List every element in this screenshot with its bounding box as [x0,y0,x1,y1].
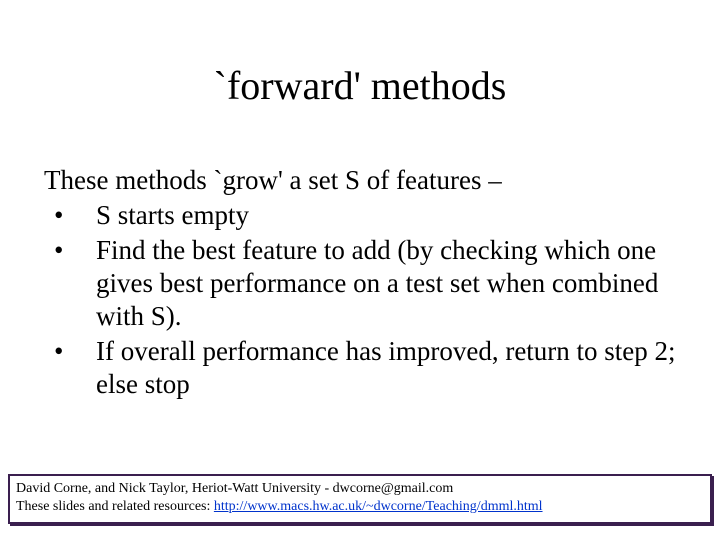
list-item: • Find the best feature to add (by check… [44,234,676,333]
list-item: • S starts empty [44,199,676,232]
bullet-text: S starts empty [96,199,676,232]
bullet-dot: • [44,234,96,267]
footer-line1: David Corne, and Nick Taylor, Heriot-Wat… [16,480,704,498]
footer-link[interactable]: http://www.macs.hw.ac.uk/~dwcorne/Teachi… [214,499,543,514]
intro-text: These methods `grow' a set S of features… [44,164,676,197]
bullet-dot: • [44,199,96,232]
bullet-text: Find the best feature to add (by checkin… [96,234,676,333]
bullet-dot: • [44,335,96,368]
footer-line2: These slides and related resources: http… [16,498,704,516]
bullet-text: If overall performance has improved, ret… [96,335,676,401]
footer-line2-prefix: These slides and related resources: [16,499,214,514]
bullet-list: • S starts empty • Find the best feature… [44,199,676,401]
slide: `forward' methods These methods `grow' a… [0,0,720,540]
slide-title: `forward' methods [0,62,720,109]
slide-body: These methods `grow' a set S of features… [44,164,676,403]
footer-box: David Corne, and Nick Taylor, Heriot-Wat… [8,474,712,524]
list-item: • If overall performance has improved, r… [44,335,676,401]
